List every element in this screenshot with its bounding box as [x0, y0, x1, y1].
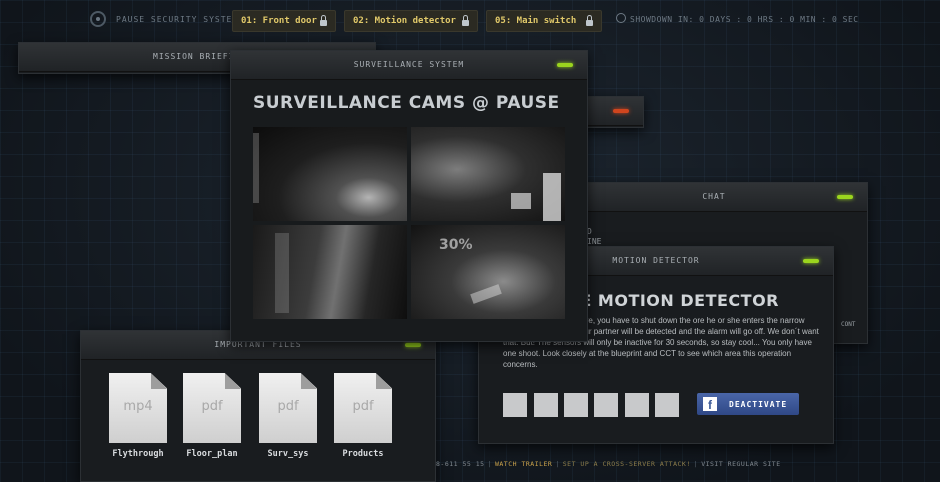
lock-icon: [462, 15, 469, 26]
eye-icon: [90, 11, 106, 27]
status-light-green[interactable]: [837, 195, 853, 199]
cam-fixture: [543, 173, 561, 221]
chat-line: INE: [587, 237, 602, 246]
camera-feed-4[interactable]: 30%: [411, 225, 565, 319]
file-name: Surv_sys: [267, 449, 309, 459]
lock-label: 05: Main switch: [495, 16, 577, 26]
system-title: PAUSE SECURITY SYSTEM: [116, 15, 239, 24]
file-pdf[interactable]: pdf Floor_plan: [183, 373, 241, 459]
code-slot[interactable]: [534, 393, 558, 417]
window-header[interactable]: CHAT: [561, 183, 867, 212]
document-icon: mp4: [109, 373, 167, 443]
code-slot[interactable]: [625, 393, 649, 417]
cams-heading: SURVEILLANCE CAMS @ PAUSE: [253, 93, 560, 113]
window-header[interactable]: SURVEILLANCE SYSTEM: [231, 51, 587, 80]
cam-fixture: [470, 284, 502, 304]
status-light-red[interactable]: [613, 109, 629, 113]
status-light-green[interactable]: [405, 343, 421, 347]
camera-feed-2[interactable]: [411, 127, 565, 221]
important-files-window[interactable]: IMPORTANT FILES mp4 Flythrough pdf Floor…: [80, 330, 436, 482]
footer: 8-611 55 15 | WATCH TRAILER | SET UP A CROSS…: [436, 460, 781, 468]
file-mp4[interactable]: mp4 Flythrough: [109, 373, 167, 459]
document-icon: pdf: [259, 373, 317, 443]
cam-overlay-label: 30%: [439, 237, 473, 253]
lock-label: 01: Front door: [241, 16, 317, 26]
facebook-icon: f: [703, 397, 717, 412]
lock-label: 02: Motion detector: [353, 16, 456, 26]
cam-fixture: [253, 133, 259, 203]
deactivate-label: DEACTIVATE: [729, 400, 788, 409]
cross-server-attack-link[interactable]: SET UP A CROSS-SERVER ATTACK!: [563, 460, 691, 468]
visit-regular-site-link[interactable]: VISIT REGULAR SITE: [701, 460, 780, 468]
top-bar: PAUSE SECURITY SYSTEM 01: Front door 02:…: [0, 0, 940, 42]
deactivate-button[interactable]: f DEACTIVATE: [697, 393, 799, 415]
lock-icon: [586, 15, 593, 26]
cam-fixture: [511, 193, 531, 209]
motion-heading: TE MOTION DETECTOR: [569, 291, 779, 310]
lock-icon: [320, 15, 327, 26]
surveillance-window[interactable]: SURVEILLANCE SYSTEM SURVEILLANCE CAMS @ …: [230, 50, 588, 342]
window-title: MISSION BRIEFI: [153, 52, 235, 61]
file-pdf[interactable]: pdf Surv_sys: [259, 373, 317, 459]
camera-grid: 30%: [253, 127, 567, 321]
code-slot[interactable]: [564, 393, 588, 417]
lock-main-switch[interactable]: 05: Main switch: [486, 10, 602, 32]
watch-trailer-link[interactable]: WATCH TRAILER: [495, 460, 552, 468]
camera-feed-1[interactable]: [253, 127, 407, 221]
lock-motion-detector[interactable]: 02: Motion detector: [344, 10, 478, 32]
window-title: SURVEILLANCE SYSTEM: [353, 60, 465, 69]
document-icon: pdf: [334, 373, 392, 443]
footer-phone: 8-611 55 15: [436, 460, 485, 468]
countdown-text: SHOWDOWN IN: 0 DAYS : 0 HRS : 0 MIN : 0 …: [630, 15, 859, 24]
code-slot[interactable]: [503, 393, 527, 417]
window-title: CHAT: [702, 192, 726, 201]
lock-front-door[interactable]: 01: Front door: [232, 10, 336, 32]
document-icon: pdf: [183, 373, 241, 443]
camera-feed-3[interactable]: [253, 225, 407, 319]
file-name: Flythrough: [112, 449, 164, 459]
code-slot[interactable]: [594, 393, 618, 417]
status-light-green[interactable]: [557, 63, 573, 67]
file-name: Floor_plan: [186, 449, 238, 459]
countdown: SHOWDOWN IN: 0 DAYS : 0 HRS : 0 MIN : 0 …: [616, 15, 859, 24]
cam-fixture: [275, 233, 289, 313]
file-pdf[interactable]: pdf Products: [334, 373, 392, 459]
status-light-green[interactable]: [803, 259, 819, 263]
chat-line: CONT: [841, 321, 856, 328]
code-slot[interactable]: [655, 393, 679, 417]
file-name: Products: [342, 449, 384, 459]
